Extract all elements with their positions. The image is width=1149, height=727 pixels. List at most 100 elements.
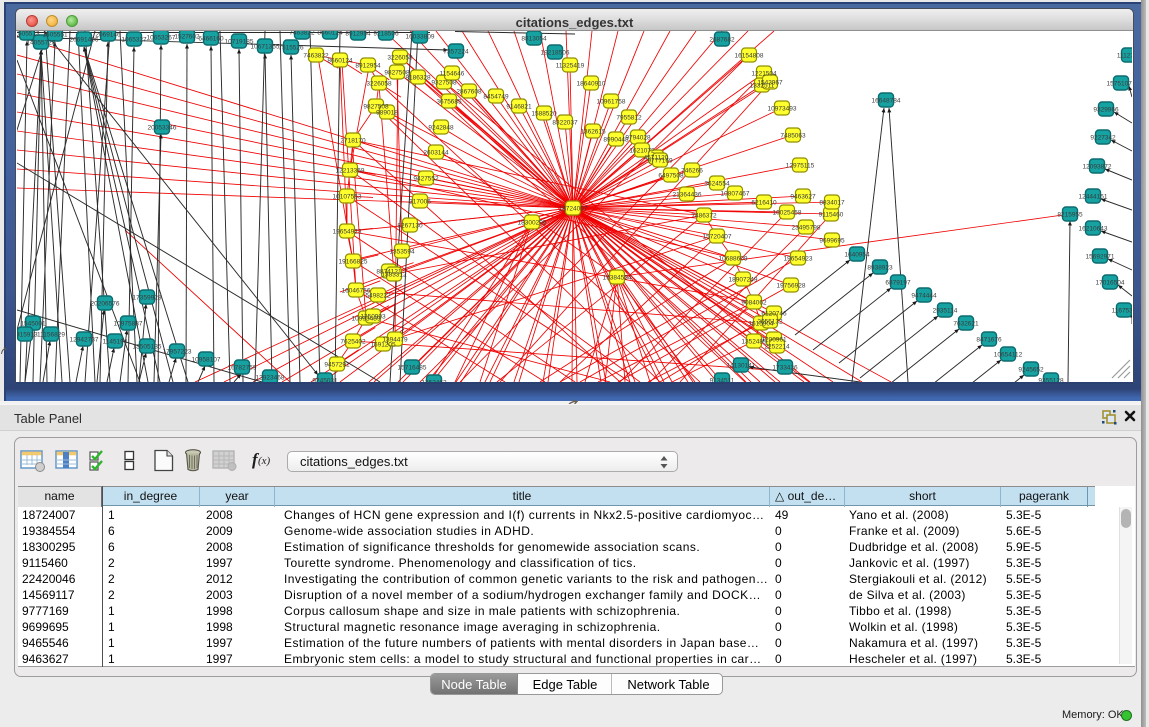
svg-text:16210643: 16210643 xyxy=(1079,225,1108,232)
svg-text:9146821: 9146821 xyxy=(506,103,532,110)
svg-text:5498222: 5498222 xyxy=(365,292,391,299)
svg-text:1733426: 1733426 xyxy=(772,364,798,371)
svg-text:1112734: 1112734 xyxy=(1117,52,1132,59)
svg-text:2687682: 2687682 xyxy=(709,36,735,43)
svg-text:7463822: 7463822 xyxy=(303,52,329,59)
svg-text:3226058: 3226058 xyxy=(366,80,392,87)
svg-text:18724007: 18724007 xyxy=(559,205,588,212)
svg-text:10973493: 10973493 xyxy=(768,105,797,112)
svg-text:9457291: 9457291 xyxy=(324,361,350,368)
svg-text:1362615: 1362615 xyxy=(580,128,606,135)
svg-text:6120746: 6120746 xyxy=(761,310,787,317)
svg-text:8215955: 8215955 xyxy=(1057,211,1083,218)
svg-text:10807467: 10807467 xyxy=(721,190,750,197)
svg-text:9777169: 9777169 xyxy=(647,157,673,164)
svg-text:1145194: 1145194 xyxy=(103,338,128,345)
svg-text:8938923: 8938923 xyxy=(867,264,893,271)
svg-text:8454749: 8454749 xyxy=(483,93,509,100)
svg-text:21364436: 21364436 xyxy=(673,191,702,198)
svg-text:7632621: 7632621 xyxy=(953,320,979,327)
svg-text:9227342: 9227342 xyxy=(1090,134,1116,141)
svg-text:2867608: 2867608 xyxy=(456,88,482,95)
svg-text:7463822: 7463822 xyxy=(289,31,315,36)
svg-text:7357224: 7357224 xyxy=(443,48,469,55)
svg-text:1505551: 1505551 xyxy=(42,31,68,38)
svg-text:18300295: 18300295 xyxy=(518,219,547,226)
svg-text:9463627: 9463627 xyxy=(790,193,816,200)
svg-text:12942737: 12942737 xyxy=(70,336,99,343)
svg-text:10654112: 10654112 xyxy=(994,351,1023,358)
svg-text:1221504: 1221504 xyxy=(751,70,777,77)
svg-text:16033809: 16033809 xyxy=(406,33,435,40)
svg-text:19756928: 19756928 xyxy=(777,282,806,289)
svg-text:8912954: 8912954 xyxy=(345,31,371,37)
svg-text:16154808: 16154808 xyxy=(735,52,764,59)
svg-text:3624554: 3624554 xyxy=(704,180,730,187)
svg-text:16782759: 16782759 xyxy=(228,364,257,371)
svg-text:12093872: 12093872 xyxy=(1083,163,1112,170)
svg-text:1545001: 1545001 xyxy=(20,320,46,327)
svg-text:11156829: 11156829 xyxy=(37,331,65,338)
svg-text:2069146: 2069146 xyxy=(95,31,121,38)
svg-text:7486372: 7486372 xyxy=(691,212,717,219)
svg-text:20206576: 20206576 xyxy=(91,300,120,307)
svg-text:9329966: 9329966 xyxy=(1093,106,1119,113)
svg-text:19654923: 19654923 xyxy=(333,228,362,235)
svg-text:15751074: 15751074 xyxy=(1107,80,1132,87)
svg-text:7955812: 7955812 xyxy=(616,114,642,121)
svg-text:1394479: 1394479 xyxy=(382,336,408,343)
svg-text:9699695: 9699695 xyxy=(819,237,845,244)
svg-text:7515526: 7515526 xyxy=(278,44,304,51)
svg-text:12975115: 12975115 xyxy=(786,162,815,169)
svg-text:12213369: 12213369 xyxy=(336,167,365,174)
svg-text:1527602: 1527602 xyxy=(174,33,200,40)
svg-text:10958107: 10958107 xyxy=(192,356,221,363)
svg-text:3915913: 3915913 xyxy=(17,331,38,338)
svg-text:2603144: 2603144 xyxy=(423,149,449,156)
svg-text:19218506: 19218506 xyxy=(541,49,570,56)
svg-text:7485063: 7485063 xyxy=(780,132,806,139)
svg-text:20053346: 20053346 xyxy=(148,124,177,131)
svg-text:2718170: 2718170 xyxy=(340,137,366,144)
svg-text:1154646: 1154646 xyxy=(440,70,465,77)
svg-text:15692971: 15692971 xyxy=(1086,253,1115,260)
svg-text:8834017: 8834017 xyxy=(819,199,845,206)
svg-text:746266: 746266 xyxy=(681,167,703,174)
svg-text:10107553: 10107553 xyxy=(333,193,362,200)
svg-text:19384554: 19384554 xyxy=(603,274,632,281)
svg-text:3675685: 3675685 xyxy=(436,98,462,105)
svg-text:8660124: 8660124 xyxy=(317,31,343,36)
svg-text:10025458: 10025458 xyxy=(773,209,802,216)
svg-text:1621072: 1621072 xyxy=(629,147,655,154)
svg-text:10961758: 10961758 xyxy=(597,98,626,105)
svg-text:18907249: 18907249 xyxy=(729,276,758,283)
svg-text:16648784: 16648784 xyxy=(872,97,901,104)
svg-text:1640954: 1640954 xyxy=(844,251,870,258)
svg-text:(x): (x) xyxy=(258,455,271,467)
svg-text:1350993: 1350993 xyxy=(360,313,386,320)
svg-text:10653267: 10653267 xyxy=(147,34,176,41)
svg-text:10671355: 10671355 xyxy=(251,43,280,50)
svg-text:14055723: 14055723 xyxy=(27,39,56,46)
svg-text:989018: 989018 xyxy=(376,109,398,116)
svg-text:9474444: 9474444 xyxy=(911,292,937,299)
svg-text:19166825: 19166825 xyxy=(339,258,368,265)
svg-text:14130141: 14130141 xyxy=(727,362,756,369)
svg-text:18640910: 18640910 xyxy=(577,80,606,87)
svg-text:8186328: 8186328 xyxy=(405,74,431,81)
svg-text:9218506: 9218506 xyxy=(373,31,399,37)
svg-text:10975887: 10975887 xyxy=(114,320,143,327)
svg-text:10688609: 10688609 xyxy=(719,255,748,262)
svg-text:15720407: 15720407 xyxy=(703,233,732,240)
svg-text:13505135: 13505135 xyxy=(133,343,162,350)
svg-text:8660124: 8660124 xyxy=(327,57,353,64)
svg-text:1200961: 1200961 xyxy=(761,336,787,343)
svg-text:11325419: 11325419 xyxy=(556,62,585,69)
svg-text:19654923: 19654923 xyxy=(784,255,813,262)
svg-text:6466160: 6466160 xyxy=(198,35,224,42)
svg-text:12923468: 12923468 xyxy=(256,374,285,381)
svg-text:8322037: 8322037 xyxy=(552,119,578,126)
svg-text:9794028: 9794028 xyxy=(625,134,651,141)
svg-text:1065327: 1065327 xyxy=(121,36,147,43)
svg-text:8813054: 8813054 xyxy=(521,35,547,42)
